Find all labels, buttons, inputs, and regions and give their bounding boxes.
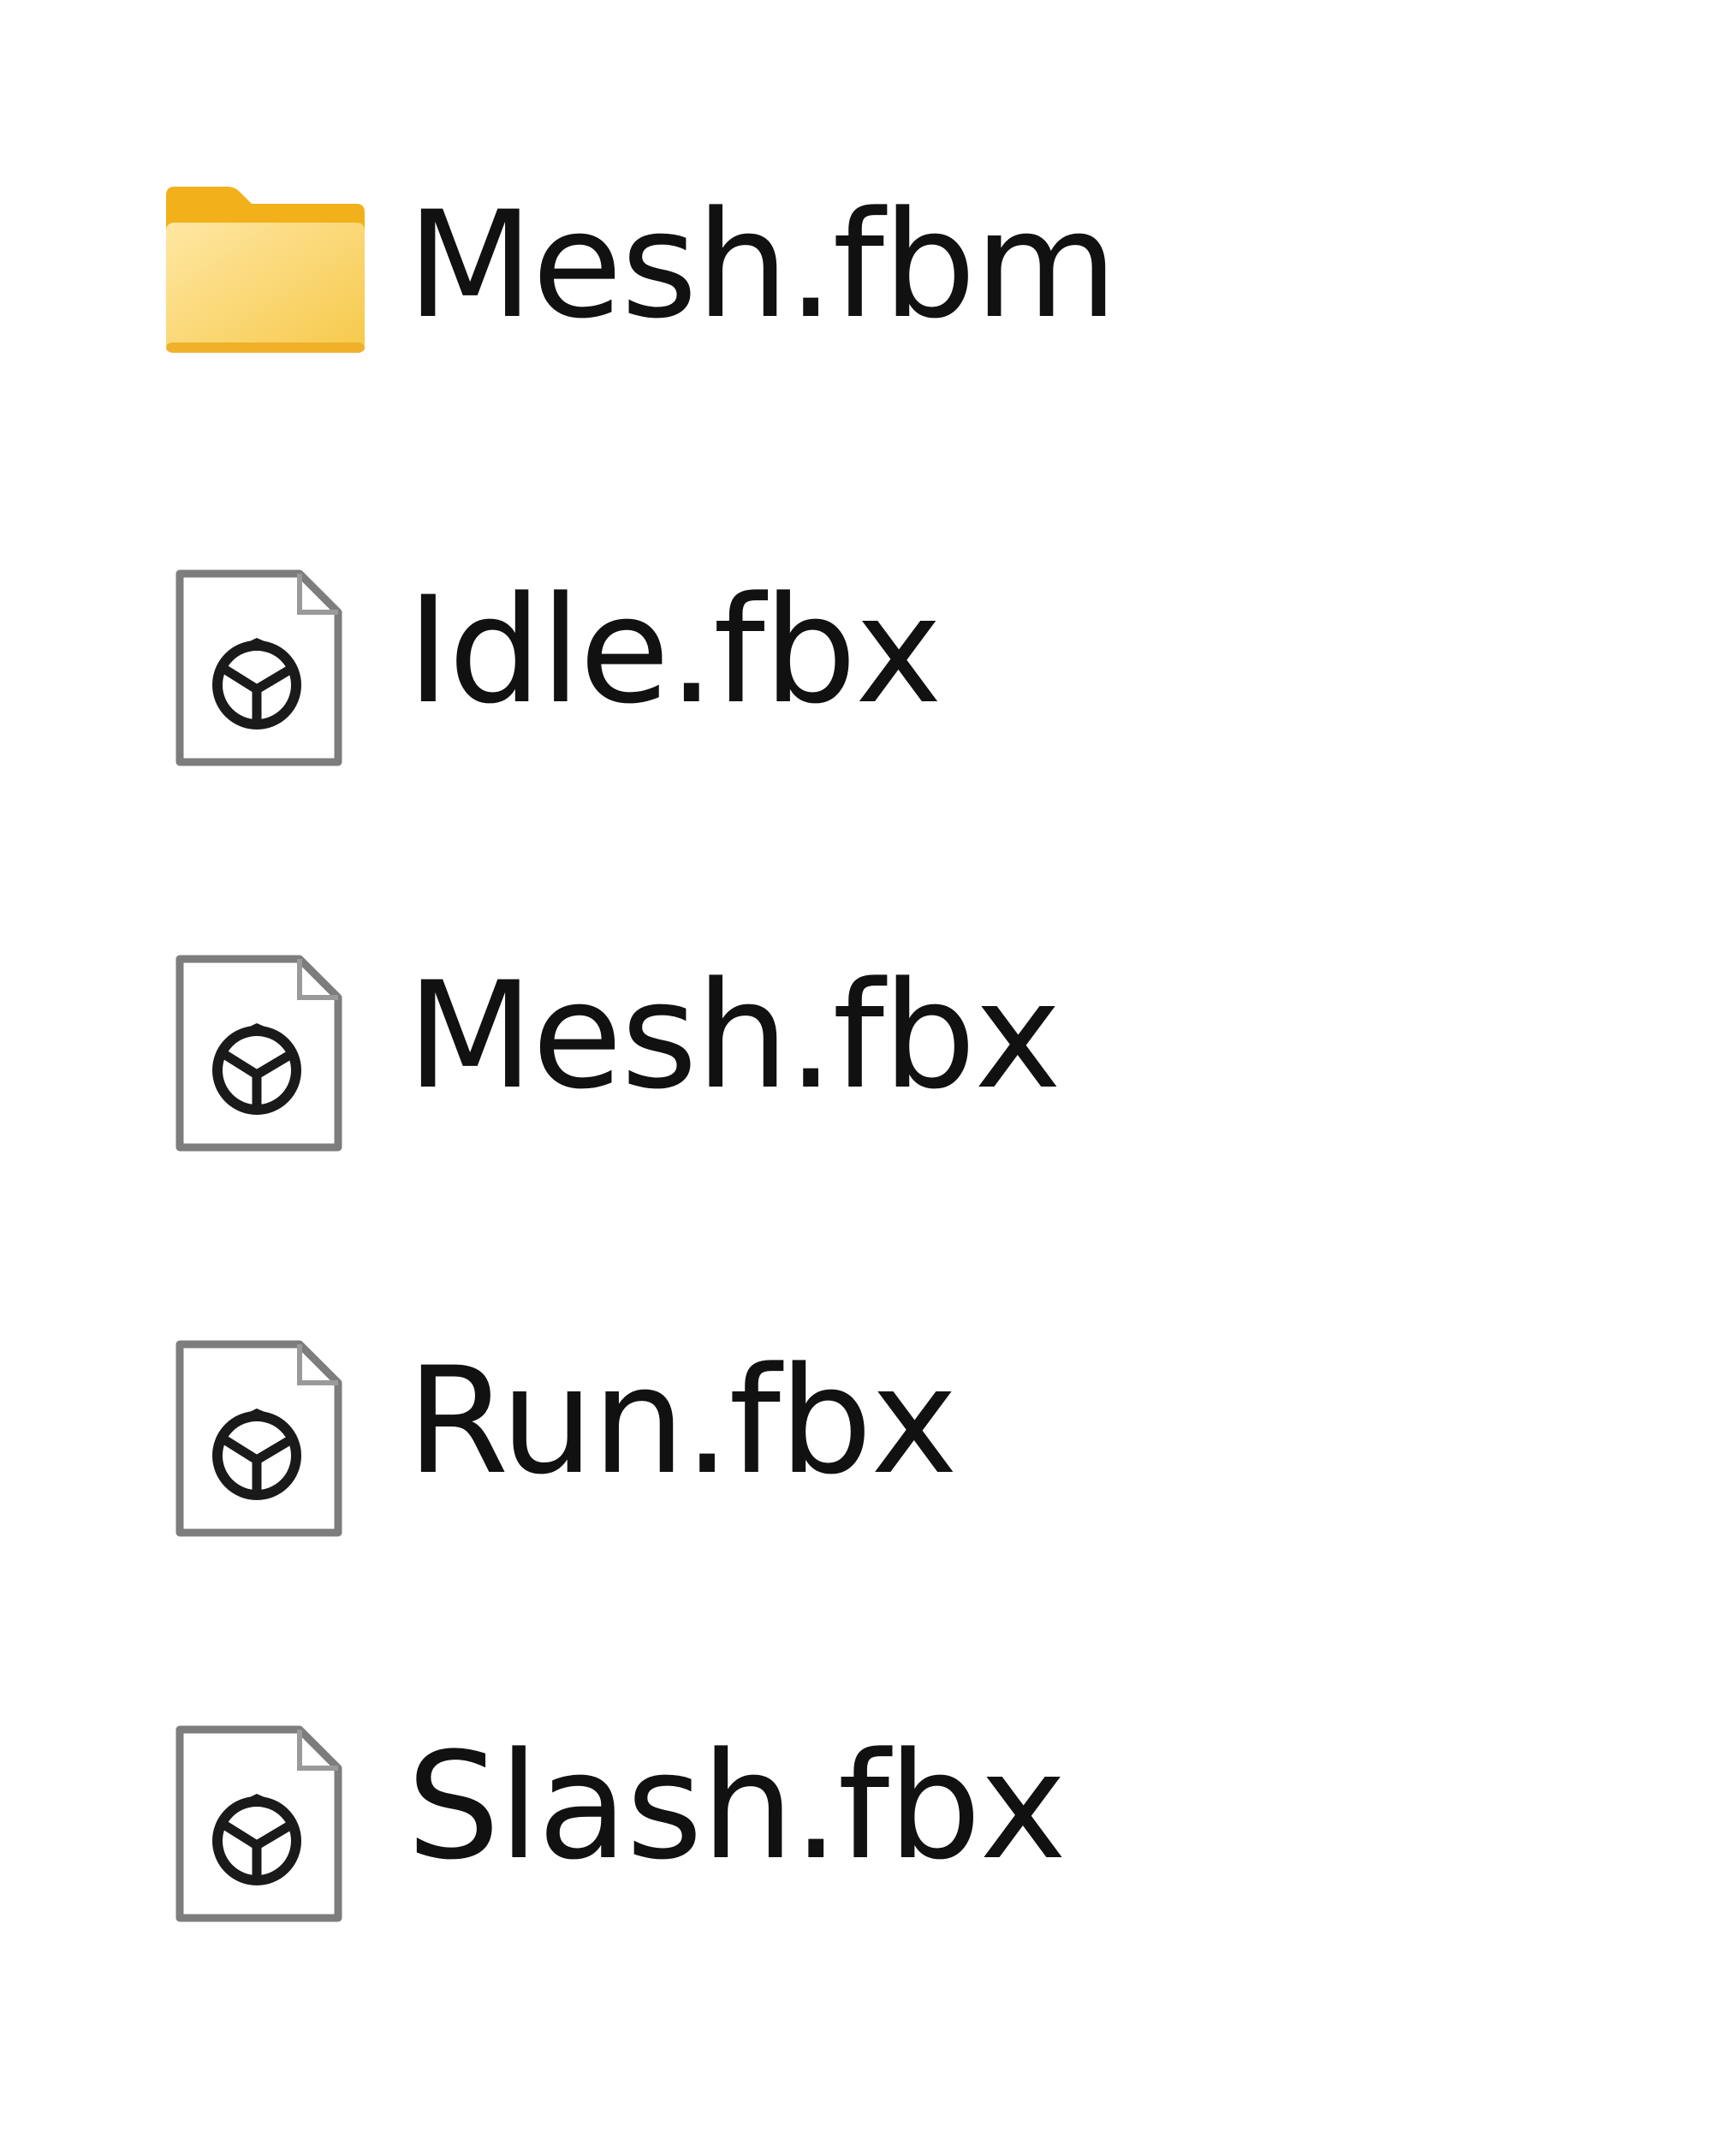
fbx-file-icon xyxy=(154,1327,377,1550)
file-name: Idle.fbx xyxy=(407,564,942,736)
file-item-mesh-fbm[interactable]: Mesh.fbm xyxy=(128,128,1412,385)
file-list: Mesh.fbm Idle.fbx Mesh.fbx Run.fbx Slash… xyxy=(0,0,1712,2156)
file-name: Run.fbx xyxy=(407,1335,958,1507)
fbx-file-icon xyxy=(154,557,377,779)
file-item-mesh-fbx[interactable]: Mesh.fbx xyxy=(128,899,1412,1156)
file-name: Mesh.fbx xyxy=(407,950,1061,1122)
file-item-slash-fbx[interactable]: Slash.fbx xyxy=(128,1670,1412,1927)
file-item-run-fbx[interactable]: Run.fbx xyxy=(128,1284,1412,1541)
file-item-idle-fbx[interactable]: Idle.fbx xyxy=(128,514,1412,771)
file-name: Slash.fbx xyxy=(407,1720,1067,1892)
file-name: Mesh.fbm xyxy=(407,179,1118,351)
fbx-file-icon xyxy=(154,1712,377,1935)
folder-icon xyxy=(154,171,377,394)
fbx-file-icon xyxy=(154,942,377,1164)
